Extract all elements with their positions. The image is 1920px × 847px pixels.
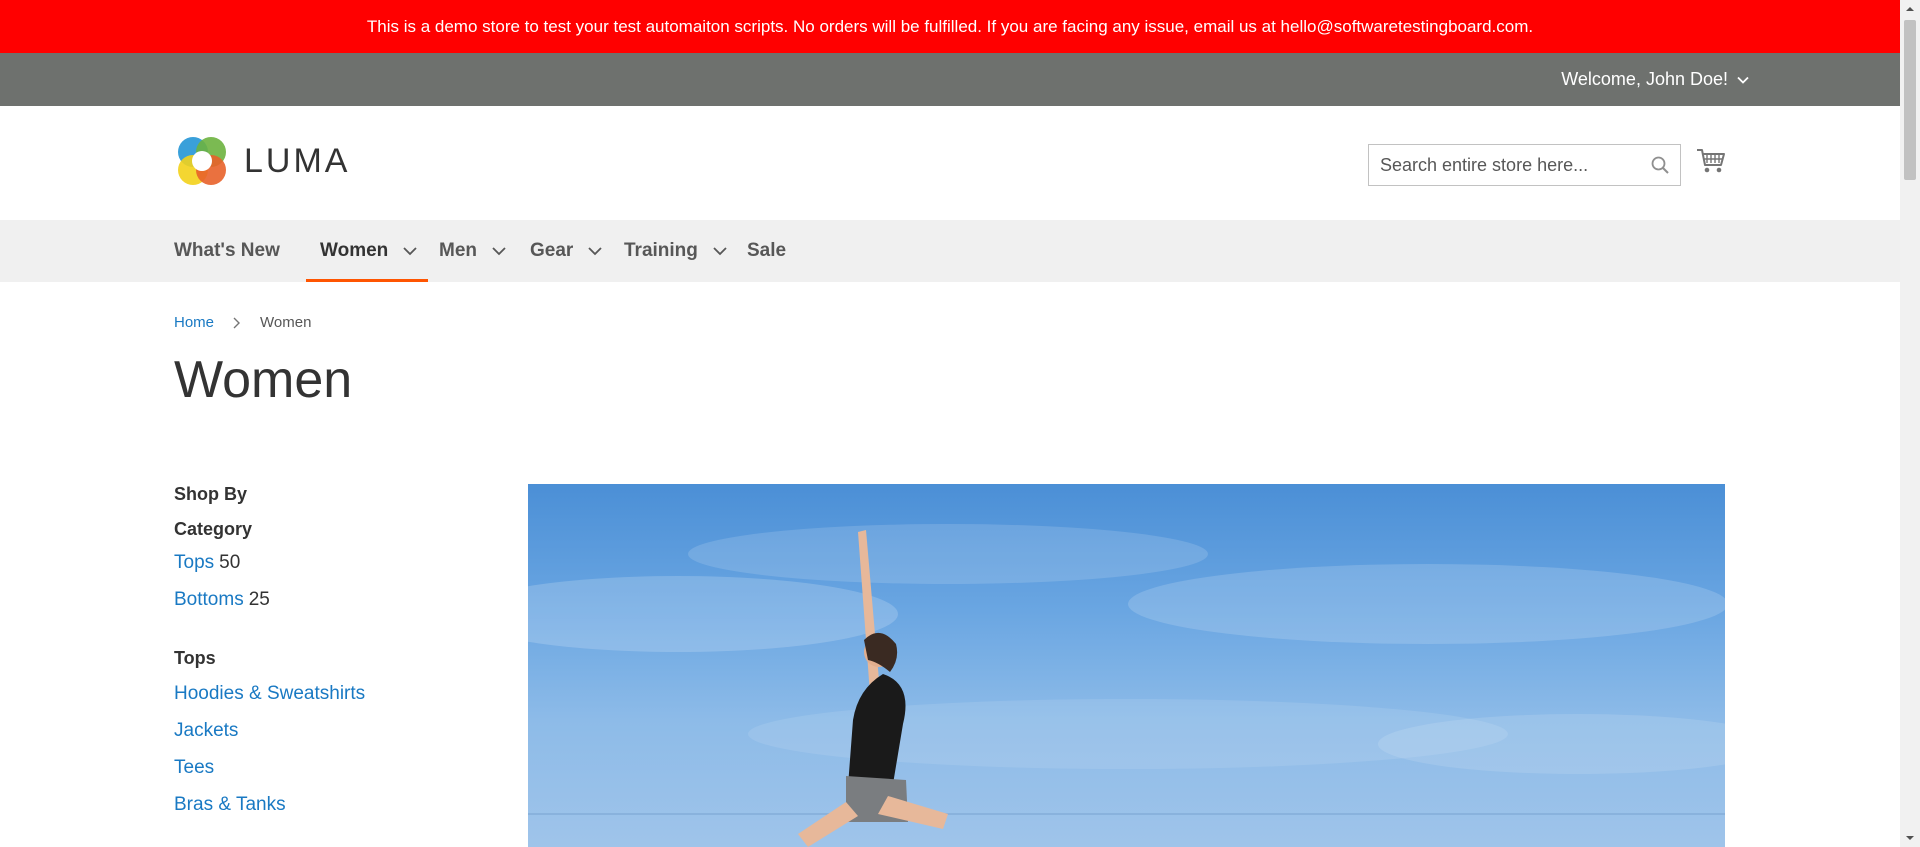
- tops-category-list: Hoodies & Sweatshirts Jackets Tees Bras …: [174, 675, 494, 823]
- chevron-down-icon: [492, 247, 506, 256]
- search-input[interactable]: [1369, 145, 1680, 185]
- luma-logo[interactable]: LUMA: [174, 132, 350, 190]
- page-header: LUMA: [0, 106, 1900, 220]
- vertical-scrollbar[interactable]: [1900, 0, 1920, 847]
- nav-item-women[interactable]: Women: [305, 220, 429, 282]
- nav-item-men[interactable]: Men: [439, 220, 507, 282]
- shopping-cart-icon[interactable]: [1696, 146, 1726, 176]
- chevron-right-icon: [233, 317, 241, 328]
- category-filter-title: Category: [174, 519, 253, 539]
- logo-text: LUMA: [244, 141, 351, 180]
- nav-label: What's New: [174, 240, 280, 261]
- breadcrumb-current: Women: [260, 314, 312, 331]
- nav-item-whats-new[interactable]: What's New: [174, 220, 280, 282]
- nav-item-sale[interactable]: Sale: [747, 220, 786, 282]
- scroll-down-icon[interactable]: [1905, 833, 1915, 843]
- breadcrumb-home-link[interactable]: Home: [174, 314, 214, 331]
- tops-link-tees[interactable]: Tees: [174, 757, 214, 779]
- list-item: Tops 50: [174, 544, 494, 581]
- filter-count: 25: [248, 588, 270, 610]
- category-filter-link-bottoms[interactable]: Bottoms: [174, 589, 244, 611]
- nav-label: Training: [624, 240, 698, 261]
- nav-label: Sale: [747, 240, 787, 261]
- chevron-down-icon: [713, 247, 727, 256]
- women-hero-banner[interactable]: [528, 484, 1725, 847]
- scrollbar-thumb[interactable]: [1904, 20, 1916, 180]
- hero-image-yoga-woman: [528, 524, 1725, 847]
- top-bar: Welcome, John Doe!: [0, 53, 1900, 106]
- tops-link-hoodies-sweatshirts[interactable]: Hoodies & Sweatshirts: [174, 683, 365, 705]
- search-icon[interactable]: [1650, 155, 1670, 175]
- list-item: Tees: [174, 749, 494, 786]
- filter-count: 50: [219, 551, 241, 573]
- category-filter-list: Tops 50 Bottoms 25: [174, 544, 494, 618]
- nav-item-training[interactable]: Training: [624, 220, 728, 282]
- tops-section-title: Tops: [174, 648, 216, 668]
- nav-label: Gear: [530, 240, 574, 261]
- list-item: Bottoms 25: [174, 581, 494, 618]
- list-item: Jackets: [174, 712, 494, 749]
- nav-label: Men: [439, 240, 477, 261]
- tops-link-jackets[interactable]: Jackets: [174, 720, 238, 742]
- demo-banner-text: This is a demo store to test your test a…: [366, 16, 1534, 36]
- page-title: Women: [174, 351, 353, 409]
- demo-store-banner: This is a demo store to test your test a…: [0, 0, 1900, 53]
- search-box: [1368, 144, 1681, 186]
- chevron-down-icon: [1737, 76, 1749, 84]
- scroll-up-icon[interactable]: [1905, 4, 1915, 14]
- luma-logo-icon: [178, 137, 226, 185]
- nav-item-gear[interactable]: Gear: [530, 220, 603, 282]
- chevron-down-icon: [403, 247, 417, 256]
- list-item: Hoodies & Sweatshirts: [174, 675, 494, 712]
- shop-by-heading: Shop By: [174, 484, 248, 504]
- list-item: Bras & Tanks: [174, 786, 494, 823]
- welcome-message: Welcome, John Doe!: [1561, 69, 1728, 89]
- customer-menu-toggle[interactable]: Welcome, John Doe!: [1561, 53, 1750, 106]
- main-navigation: What's New Women Men Gear Training Sale: [0, 220, 1900, 282]
- tops-link-bras-tanks[interactable]: Bras & Tanks: [174, 794, 286, 816]
- nav-label: Women: [320, 240, 389, 261]
- chevron-down-icon: [588, 247, 602, 256]
- layered-navigation-sidebar: Shop By Category Tops 50 Bottoms 25 Tops…: [174, 484, 494, 823]
- category-filter-link-tops[interactable]: Tops: [174, 552, 214, 574]
- breadcrumb: Home Women: [174, 314, 311, 331]
